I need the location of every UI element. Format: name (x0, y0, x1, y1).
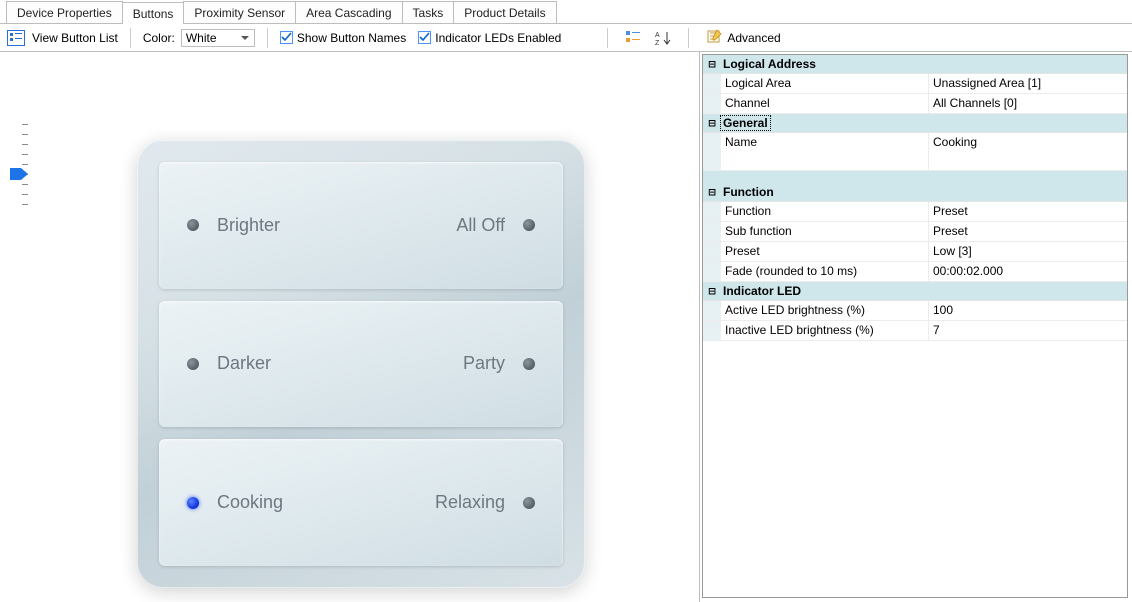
view-button-list-icon[interactable] (6, 29, 26, 47)
led-icon (187, 219, 199, 231)
indicator-leds-checkbox[interactable]: Indicator LEDs Enabled (418, 31, 561, 45)
collapse-icon[interactable]: ⊟ (703, 284, 721, 298)
property-value[interactable]: Preset (929, 202, 1127, 221)
svg-text:A: A (655, 32, 660, 39)
led-icon (523, 219, 535, 231)
alpha-sort-icon[interactable]: A Z (652, 27, 674, 49)
checkbox-icon (418, 31, 431, 44)
tab-strip: Device Properties Buttons Proximity Sens… (0, 0, 1132, 24)
color-label: Color: (143, 31, 175, 45)
property-value[interactable]: Unassigned Area [1] (929, 74, 1127, 93)
property-row[interactable]: Inactive LED brightness (%) 7 (703, 321, 1127, 341)
property-row[interactable]: Preset Low [3] (703, 242, 1127, 262)
led-icon (523, 497, 535, 509)
separator (267, 28, 268, 48)
property-row[interactable]: Sub function Preset (703, 222, 1127, 242)
property-category[interactable]: ⊟ General (703, 114, 1127, 133)
button-label: Party (463, 353, 505, 374)
property-name: Channel (721, 94, 929, 113)
button-brighter[interactable]: Brighter (187, 215, 280, 236)
property-value[interactable]: Low [3] (929, 242, 1127, 261)
separator (607, 28, 608, 48)
spacer (703, 171, 1127, 183)
button-cooking[interactable]: Cooking (187, 492, 283, 513)
led-icon (523, 358, 535, 370)
tab-product-details[interactable]: Product Details (453, 1, 556, 23)
advanced-label: Advanced (727, 31, 780, 45)
color-select-value: White (186, 31, 217, 45)
categorized-sort-icon[interactable] (622, 27, 644, 49)
property-value[interactable]: 00:00:02.000 (929, 262, 1127, 281)
separator (130, 28, 131, 48)
property-category[interactable]: ⊟ Indicator LED (703, 282, 1127, 301)
property-name: Active LED brightness (%) (721, 301, 929, 320)
checkbox-icon (280, 31, 293, 44)
property-row[interactable]: Active LED brightness (%) 100 (703, 301, 1127, 321)
property-name: Logical Area (721, 74, 929, 93)
svg-text:Z: Z (655, 40, 660, 46)
separator (688, 28, 689, 48)
property-row[interactable]: Fade (rounded to 10 ms) 00:00:02.000 (703, 262, 1127, 282)
property-name: Function (721, 202, 929, 221)
property-name: Inactive LED brightness (%) (721, 321, 929, 340)
property-grid: ⊟ Logical Address Logical Area Unassigne… (702, 54, 1128, 598)
property-value[interactable]: 100 (929, 301, 1127, 320)
collapse-icon[interactable]: ⊟ (703, 185, 721, 199)
property-row[interactable]: Channel All Channels [0] (703, 94, 1127, 114)
tab-area-cascading[interactable]: Area Cascading (295, 1, 402, 23)
button-all-off[interactable]: All Off (456, 215, 535, 236)
button-row-1: Brighter All Off (159, 162, 563, 289)
property-value[interactable]: Preset (929, 222, 1127, 241)
color-select[interactable]: White (181, 29, 255, 47)
slider-thumb-icon[interactable] (10, 168, 28, 180)
advanced-icon (707, 28, 723, 47)
indicator-leds-label: Indicator LEDs Enabled (435, 31, 561, 45)
category-label: Logical Address (721, 57, 816, 71)
property-name: Sub function (721, 222, 929, 241)
button-label: Brighter (217, 215, 280, 236)
collapse-icon[interactable]: ⊟ (703, 116, 721, 130)
brightness-slider[interactable] (10, 124, 34, 234)
device-faceplate: Brighter All Off Darker Party (137, 140, 585, 588)
property-name: Preset (721, 242, 929, 261)
toolbar: View Button List Color: White Show Butto… (0, 24, 1132, 52)
button-label: Relaxing (435, 492, 505, 513)
button-label: Darker (217, 353, 271, 374)
device-preview-pane: Brighter All Off Darker Party (0, 52, 700, 602)
button-darker[interactable]: Darker (187, 353, 271, 374)
collapse-icon[interactable]: ⊟ (703, 57, 721, 71)
view-button-list-label[interactable]: View Button List (32, 31, 118, 45)
button-row-2: Darker Party (159, 301, 563, 428)
property-name: Name (721, 133, 929, 170)
category-label: Indicator LED (721, 284, 801, 298)
property-row[interactable]: Function Preset (703, 202, 1127, 222)
property-value[interactable]: 7 (929, 321, 1127, 340)
property-row[interactable]: Logical Area Unassigned Area [1] (703, 74, 1127, 94)
category-label: General (721, 116, 770, 130)
property-value[interactable]: All Channels [0] (929, 94, 1127, 113)
button-label: Cooking (217, 492, 283, 513)
button-row-3: Cooking Relaxing (159, 439, 563, 566)
led-icon (187, 358, 199, 370)
property-name: Fade (rounded to 10 ms) (721, 262, 929, 281)
tab-device-properties[interactable]: Device Properties (6, 1, 123, 23)
category-label: Function (721, 185, 774, 199)
led-icon (187, 497, 199, 509)
property-row[interactable]: Name Cooking (703, 133, 1127, 171)
property-category[interactable]: ⊟ Function (703, 183, 1127, 202)
property-category[interactable]: ⊟ Logical Address (703, 55, 1127, 74)
tab-proximity-sensor[interactable]: Proximity Sensor (183, 1, 296, 23)
button-relaxing[interactable]: Relaxing (435, 492, 535, 513)
button-party[interactable]: Party (463, 353, 535, 374)
tab-buttons[interactable]: Buttons (122, 2, 185, 24)
show-button-names-checkbox[interactable]: Show Button Names (280, 31, 406, 45)
tab-tasks[interactable]: Tasks (402, 1, 455, 23)
advanced-button[interactable]: Advanced (703, 26, 784, 49)
button-label: All Off (456, 215, 505, 236)
property-value[interactable]: Cooking (929, 133, 1127, 170)
show-button-names-label: Show Button Names (297, 31, 406, 45)
